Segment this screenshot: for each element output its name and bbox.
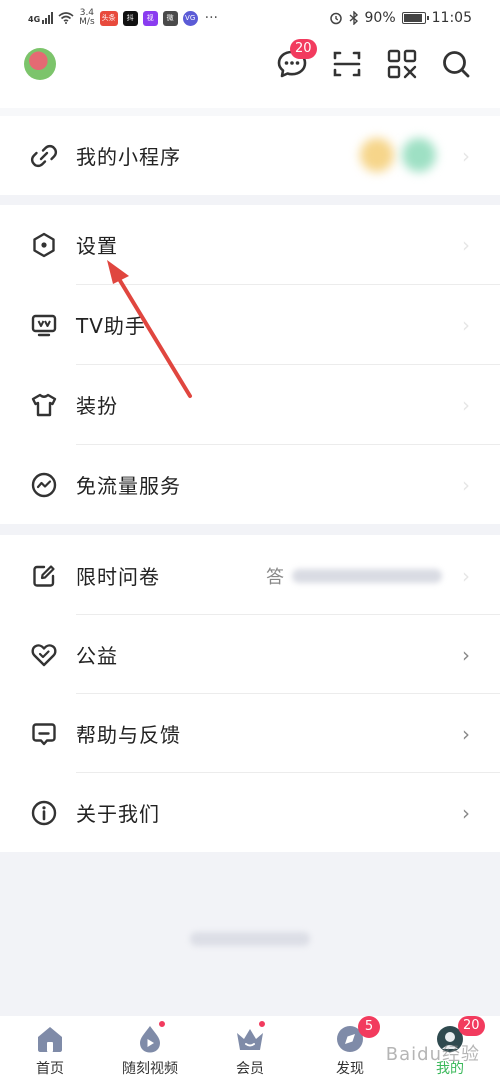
tv-icon <box>31 314 57 336</box>
more-notifications-icon: ··· <box>204 10 218 26</box>
vip-tab-dot <box>258 1020 266 1028</box>
video-tab-dot <box>158 1020 166 1028</box>
info-icon <box>31 800 57 825</box>
vg-app-icon: VG <box>182 10 198 26</box>
video-drop-icon <box>140 1026 160 1053</box>
status-right: 90% 11:05 <box>329 10 472 26</box>
about-label: 关于我们 <box>76 802 160 826</box>
menu-item-survey[interactable]: 限时问卷 答 › <box>0 536 500 615</box>
chevron-right-icon: › <box>462 721 470 746</box>
menu-item-help-feedback[interactable]: 帮助与反馈 › <box>0 694 500 773</box>
top-header: 20 <box>0 36 500 96</box>
tab-vip[interactable]: 会员 <box>200 1016 300 1084</box>
signal-icon <box>42 12 54 24</box>
alarm-icon <box>329 12 342 25</box>
free-data-label: 免流量服务 <box>76 474 181 498</box>
battery-icon <box>401 12 429 24</box>
survey-aside-text: 答 <box>266 566 284 588</box>
app-screen: 4G 3.4 M/s 头条 抖 视 微 VG ··· 90% 11:05 20 … <box>0 0 500 1084</box>
douyin-icon: 抖 <box>122 10 138 26</box>
chevron-right-icon: › <box>462 472 470 497</box>
speed-unit: M/s <box>79 17 95 27</box>
menu-item-dress-up[interactable]: 装扮 › <box>0 365 500 444</box>
discover-badge: 5 <box>358 1016 380 1038</box>
wifi-icon <box>58 12 74 24</box>
survey-label: 限时问卷 <box>76 565 160 589</box>
message-badge: 20 <box>290 39 317 59</box>
survey-blurred-hint <box>292 569 442 583</box>
network-speed: 3.4 M/s <box>79 9 95 27</box>
link-icon <box>30 144 58 167</box>
section-separator <box>0 524 500 535</box>
menu-item-tv-assistant[interactable]: TV助手 › <box>0 285 500 364</box>
heart-hands-icon <box>31 643 57 666</box>
mini-program-thumb-2[interactable] <box>402 138 436 172</box>
tab-discover-label: 发现 <box>336 1061 364 1077</box>
video-app-icon: 视 <box>142 10 158 26</box>
tab-video[interactable]: 随刻视频 <box>100 1016 200 1084</box>
tshirt-icon <box>31 393 57 416</box>
tab-home[interactable]: 首页 <box>0 1016 100 1084</box>
chevron-right-icon: › <box>462 232 470 257</box>
battery-percent: 90% <box>364 10 396 26</box>
settings-label: 设置 <box>76 234 118 258</box>
mine-badge: 20 <box>458 1016 485 1036</box>
chevron-right-icon: › <box>462 642 470 667</box>
chevron-right-icon: › <box>462 312 470 337</box>
dress-up-label: 装扮 <box>76 394 118 418</box>
status-bar: 4G 3.4 M/s 头条 抖 视 微 VG ··· 90% 11:05 <box>0 0 500 36</box>
tab-video-label: 随刻视频 <box>122 1061 178 1077</box>
user-avatar[interactable] <box>24 48 56 80</box>
qr-code-icon[interactable] <box>384 46 420 82</box>
help-feedback-label: 帮助与反馈 <box>76 723 181 747</box>
menu-item-free-data[interactable]: 免流量服务 › <box>0 445 500 524</box>
baidu-watermark: Baidu经验 <box>385 1044 480 1065</box>
status-left: 4G 3.4 M/s 头条 抖 视 微 VG ··· <box>28 9 218 27</box>
tv-assistant-label: TV助手 <box>76 314 146 338</box>
chevron-right-icon: › <box>462 143 470 168</box>
toutiao-icon: 头条 <box>99 10 118 26</box>
tab-home-label: 首页 <box>36 1061 64 1077</box>
footer-area <box>0 852 500 1016</box>
chevron-right-icon: › <box>462 392 470 417</box>
feedback-icon <box>32 722 56 745</box>
clock: 11:05 <box>431 10 472 26</box>
chevron-right-icon: › <box>462 563 470 588</box>
menu-item-mini-programs[interactable]: 我的小程序 › <box>0 116 500 195</box>
menu-item-about[interactable]: 关于我们 › <box>0 773 500 852</box>
menu-item-settings[interactable]: 设置 › <box>0 205 500 284</box>
footer-blurred-text <box>190 932 310 946</box>
charity-label: 公益 <box>76 644 118 668</box>
mini-program-thumb-1[interactable] <box>360 138 394 172</box>
home-icon <box>38 1027 62 1052</box>
scan-icon[interactable] <box>329 46 365 82</box>
top-separator <box>0 108 500 116</box>
settings-hexagon-icon <box>33 232 55 257</box>
data-flow-icon <box>31 472 57 497</box>
chevron-right-icon: › <box>462 800 470 825</box>
crown-icon <box>237 1029 263 1050</box>
search-icon[interactable] <box>438 46 474 82</box>
signal-group: 4G <box>28 12 54 24</box>
wechat-icon: 微 <box>162 10 178 26</box>
menu-item-charity[interactable]: 公益 › <box>0 615 500 694</box>
tab-vip-label: 会员 <box>236 1061 264 1077</box>
edit-icon <box>33 564 55 587</box>
bluetooth-icon <box>349 11 358 25</box>
network-type: 4G <box>28 15 41 24</box>
mini-programs-label: 我的小程序 <box>76 145 181 169</box>
section-separator <box>0 195 500 205</box>
